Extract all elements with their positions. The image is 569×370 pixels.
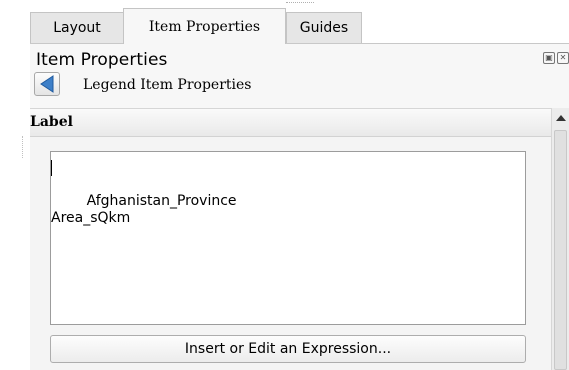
properties-scroll-area: Label Afghanistan_Province Area_sQkm Ins… — [30, 108, 551, 370]
scrollbar-thumb[interactable] — [554, 130, 567, 370]
panel-subtitle: Legend Item Properties — [83, 77, 252, 93]
close-icon[interactable]: ✕ — [557, 52, 569, 64]
item-properties-panel: Item Properties ▣ ✕ Legend Item Properti… — [30, 44, 569, 370]
dock-title-buttons: ▣ ✕ — [543, 52, 569, 64]
scroll-up-icon[interactable] — [556, 115, 566, 121]
float-icon[interactable]: ▣ — [543, 52, 555, 64]
insert-expression-button[interactable]: Insert or Edit an Expression... — [50, 335, 526, 363]
layout-panel-dock: Layout Item Properties Guides Item Prope… — [0, 0, 569, 370]
back-button[interactable] — [34, 72, 60, 96]
panel-title: Item Properties — [36, 50, 168, 70]
label-text-edit[interactable]: Afghanistan_Province Area_sQkm — [50, 151, 526, 325]
label-group-title: Label — [30, 114, 73, 130]
splitter-handle[interactable] — [22, 136, 25, 158]
label-text-value: Afghanistan_Province Area_sQkm — [51, 193, 237, 226]
label-group-header[interactable]: Label — [30, 109, 551, 137]
tab-bar: Layout Item Properties Guides — [0, 0, 569, 44]
back-arrow-icon — [40, 75, 54, 93]
tab-guides[interactable]: Guides — [286, 12, 362, 43]
tab-item-properties[interactable]: Item Properties — [123, 8, 286, 44]
vertical-scrollbar[interactable] — [551, 108, 569, 370]
tab-layout[interactable]: Layout — [30, 12, 124, 43]
text-caret — [51, 160, 52, 176]
